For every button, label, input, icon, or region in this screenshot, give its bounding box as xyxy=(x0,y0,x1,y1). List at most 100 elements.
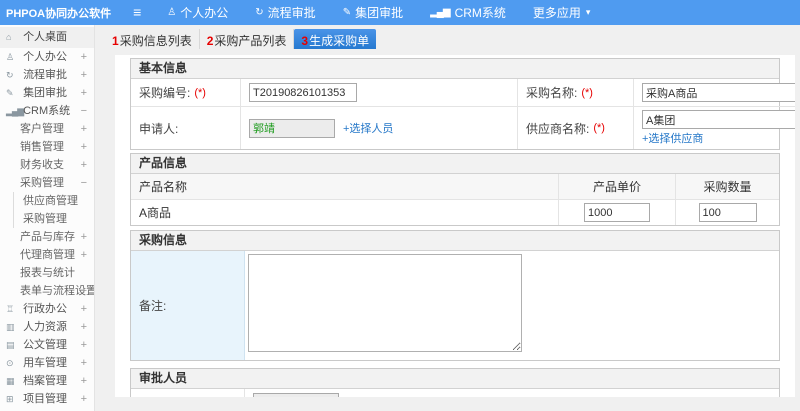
section-product-info: 产品信息 产品名称 产品单价 采购数量 A商品 xyxy=(130,153,780,226)
purchase-no-input[interactable] xyxy=(249,83,357,102)
product-table-header: 产品名称 产品单价 采购数量 xyxy=(131,174,779,200)
sidebar-item[interactable]: 报表与统计 xyxy=(0,264,94,282)
sidebar-item[interactable]: ✎ 集团审批 + xyxy=(0,84,94,102)
expand-toggle[interactable]: + xyxy=(81,336,87,354)
expand-toggle[interactable]: + xyxy=(81,84,87,102)
car-icon: ⊙ xyxy=(6,358,14,368)
select-person-link[interactable]: +选择人员 xyxy=(343,120,393,136)
product-price-input[interactable] xyxy=(584,203,650,222)
select-approver-link[interactable]: +选择审批人员 xyxy=(349,395,421,398)
user-icon: ♙ xyxy=(6,52,14,62)
sidebar-item-label: 产品与库存 xyxy=(20,231,75,243)
sidebar-item[interactable]: ⊙ 用车管理 + xyxy=(0,354,94,372)
sidebar-item[interactable]: ♙ 个人办公 + xyxy=(0,48,94,66)
topbar-nav-item[interactable]: ↻ 流程审批 xyxy=(255,4,315,21)
sidebar-item[interactable]: ▥ 人力资源 + xyxy=(0,318,94,336)
sidebar-item[interactable]: ⌂ 个人桌面 xyxy=(0,27,94,48)
sidebar-item-label: 代理商管理 xyxy=(20,249,75,261)
doc-icon: ▤ xyxy=(6,340,15,350)
sidebar-item-label: 公文管理 xyxy=(23,339,68,351)
expand-toggle[interactable]: + xyxy=(81,228,87,246)
sidebar-item-label: 客户管理 xyxy=(20,123,64,135)
menu-icon[interactable]: ≡ xyxy=(133,0,141,25)
sidebar-item[interactable]: 供应商管理 xyxy=(13,192,94,210)
expand-toggle[interactable]: − xyxy=(81,102,87,120)
sidebar-item[interactable]: ▂▄▆ CRM系统 − xyxy=(0,102,94,120)
supplier-label: 供应商名称: (*) xyxy=(518,107,634,149)
topbar-nav-item[interactable]: ✎ 集团审批 xyxy=(343,4,403,21)
expand-toggle[interactable]: + xyxy=(81,156,87,174)
supplier-input[interactable] xyxy=(642,110,795,129)
sidebar-item-label: 报表与统计 xyxy=(20,267,75,279)
topbar-nav-item[interactable]: ▂▄▆ CRM系统 xyxy=(430,4,506,21)
project-icon: ⊞ xyxy=(6,394,14,404)
remark-textarea[interactable] xyxy=(248,254,522,352)
sidebar-item-label: CRM系统 xyxy=(23,105,71,117)
sidebar-item[interactable]: 代理商管理 + xyxy=(0,246,94,264)
tab-number: 2 xyxy=(206,34,214,48)
required-mark: (*) xyxy=(581,86,593,99)
expand-toggle[interactable]: + xyxy=(81,66,87,84)
section-approver: 审批人员 设置审批人员:(*) +选择审批人员 提醒审批人员： 短消息提示 注：… xyxy=(130,368,780,397)
sidebar-item-label: 采购管理 xyxy=(20,177,64,189)
archive-icon: ▦ xyxy=(6,376,15,386)
expand-toggle[interactable]: + xyxy=(81,48,87,66)
tab-label: 生成采购单 xyxy=(309,34,370,48)
expand-toggle[interactable]: + xyxy=(81,354,87,372)
applicant-input[interactable] xyxy=(249,118,335,138)
required-mark: (*) xyxy=(194,86,206,99)
nav-label: 更多应用 xyxy=(532,6,581,20)
purchase-name-input[interactable] xyxy=(642,83,795,102)
sidebar-item[interactable]: 财务收支 + xyxy=(0,156,94,174)
col-product-name: 产品名称 xyxy=(131,174,559,200)
sidebar-item-label: 行政办公 xyxy=(23,303,68,315)
tab[interactable]: 2采购产品列表 xyxy=(200,29,295,49)
sidebar-item[interactable]: 客户管理 + xyxy=(0,120,94,138)
expand-toggle[interactable]: + xyxy=(81,138,87,156)
sidebar-item-label: 人力资源 xyxy=(23,321,68,333)
basic-info-title: 基本信息 xyxy=(131,59,779,79)
sidebar-item-label: 个人办公 xyxy=(23,51,68,63)
sidebar-item[interactable]: ↻ 流程审批 + xyxy=(0,66,94,84)
sidebar-item-label: 项目管理 xyxy=(23,393,68,405)
expand-toggle[interactable]: − xyxy=(81,174,87,192)
sidebar-item[interactable]: 采购管理 − xyxy=(0,174,94,192)
expand-toggle[interactable]: + xyxy=(81,372,87,390)
hr-icon: ▥ xyxy=(6,322,15,332)
sidebar-item[interactable]: 产品与库存 + xyxy=(0,228,94,246)
tab-number: 3 xyxy=(301,34,309,48)
tab[interactable]: 3生成采购单 xyxy=(294,29,377,49)
expand-toggle[interactable]: + xyxy=(81,300,87,318)
topbar: PHPOA协同办公软件 ≡ ♙ 个人办公 ↻ 流程审批 ✎ 集团审批 ▂▄▆ C… xyxy=(0,0,800,25)
approver-input[interactable] xyxy=(253,393,339,397)
content-panel: 基本信息 采购编号:(*) 采购名称:(*) 申请人: +选择人员 供应商名称:… xyxy=(115,55,795,397)
sidebar-item[interactable]: 采购管理 xyxy=(13,210,94,228)
nav-label: CRM系统 xyxy=(454,6,506,20)
sidebar-item[interactable]: ♖ 行政办公 + xyxy=(0,300,94,318)
table-row: A商品 xyxy=(131,200,779,225)
sidebar-item[interactable]: ▤ 公文管理 + xyxy=(0,336,94,354)
select-supplier-link[interactable]: +选择供应商 xyxy=(642,130,703,146)
product-qty-input[interactable] xyxy=(698,203,757,222)
purchase-name-label: 采购名称: (*) xyxy=(518,79,634,107)
sidebar-item[interactable]: ⊞ 项目管理 + xyxy=(0,390,94,408)
sidebar-item[interactable]: 销售管理 + xyxy=(0,138,94,156)
applicant-label: 申请人: xyxy=(131,107,241,149)
sidebar-item-label: 财务收支 xyxy=(20,159,64,171)
topbar-nav-item[interactable]: 更多应用 ▾ xyxy=(533,4,591,21)
expand-toggle[interactable]: + xyxy=(81,390,87,408)
expand-toggle[interactable]: + xyxy=(81,120,87,138)
nav-label: 集团审批 xyxy=(355,6,404,20)
required-mark: (*) xyxy=(593,122,605,134)
expand-toggle[interactable]: + xyxy=(81,282,87,300)
tab[interactable]: 1采购信息列表 xyxy=(105,29,200,49)
expand-toggle[interactable]: + xyxy=(81,318,87,336)
expand-toggle[interactable]: + xyxy=(81,246,87,264)
purchase-info-title: 采购信息 xyxy=(131,231,779,251)
remark-label: 备注: xyxy=(131,251,245,360)
topbar-nav-item[interactable]: ♙ 个人办公 xyxy=(167,4,228,21)
sidebar-item[interactable]: 表单与流程设置 + xyxy=(0,282,94,300)
sidebar-item-label: 个人桌面 xyxy=(23,31,68,43)
nav-label: 流程审批 xyxy=(267,6,316,20)
sidebar-item[interactable]: ▦ 档案管理 + xyxy=(0,372,94,390)
